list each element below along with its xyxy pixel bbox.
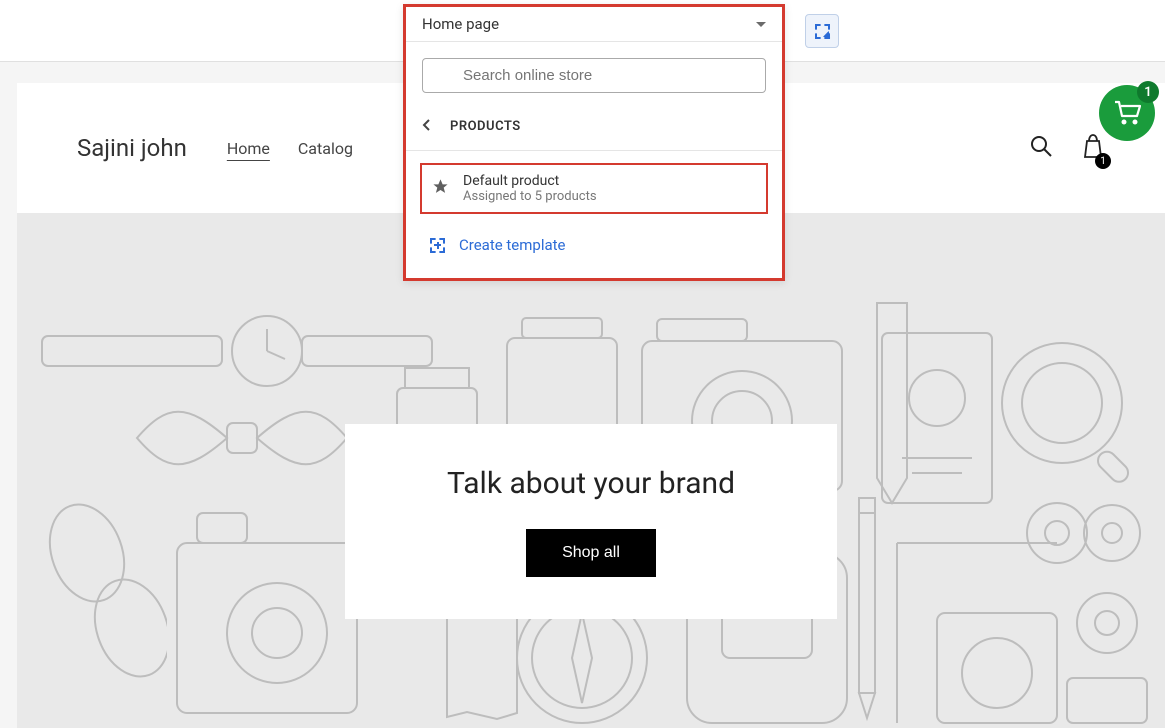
inspector-icon (815, 24, 830, 39)
tape2-doodle (1052, 583, 1162, 728)
create-template-row[interactable]: Create template (406, 226, 782, 278)
nav-link-catalog[interactable]: Catalog (298, 139, 353, 158)
shop-all-button[interactable]: Shop all (526, 529, 656, 577)
header-search-icon[interactable] (1029, 134, 1053, 162)
eraser-doodle (387, 308, 487, 438)
page-selector-current-label: Home page (422, 15, 499, 33)
hero-title: Talk about your brand (447, 466, 735, 501)
watch-doodle (37, 311, 437, 391)
star-icon (432, 178, 449, 200)
ruler-camera-doodle (887, 533, 1067, 728)
products-back-row[interactable]: PRODUCTS (406, 109, 782, 151)
inspector-tool-button[interactable] (805, 14, 839, 48)
store-name: Sajini john (77, 134, 187, 162)
cart-count-badge: 1 (1095, 153, 1111, 169)
caret-down-icon (756, 22, 766, 27)
search-section (406, 42, 782, 109)
default-product-subtitle: Assigned to 5 products (463, 189, 597, 204)
hero-card: Talk about your brand Shop all (345, 424, 837, 619)
cart-fab-button[interactable]: 1 (1099, 85, 1155, 141)
default-product-title: Default product (463, 173, 597, 189)
header-cart-button[interactable]: 1 (1081, 133, 1105, 163)
camera-doodle (167, 503, 367, 723)
page-selector-current[interactable]: Home page (406, 7, 782, 42)
chevron-left-icon (422, 117, 432, 136)
default-product-item[interactable]: Default product Assigned to 5 products (420, 163, 768, 214)
pencil-doodle (847, 493, 887, 723)
glasses-doodle (47, 493, 167, 693)
passport-doodle (877, 328, 997, 508)
cart-icon (1113, 100, 1141, 126)
hero-background: Talk about your brand Shop all (17, 213, 1165, 728)
search-input[interactable] (422, 58, 766, 93)
bowtie-doodle (127, 393, 357, 483)
cart-fab-badge: 1 (1137, 81, 1159, 103)
nav-link-home[interactable]: Home (227, 139, 270, 158)
page-selector-dropdown: Home page PRODUCTS Default product Assig… (403, 4, 785, 281)
magnifier-doodle (992, 333, 1152, 493)
create-template-label: Create template (459, 236, 566, 254)
add-template-icon (430, 238, 445, 253)
products-label: PRODUCTS (450, 119, 521, 134)
